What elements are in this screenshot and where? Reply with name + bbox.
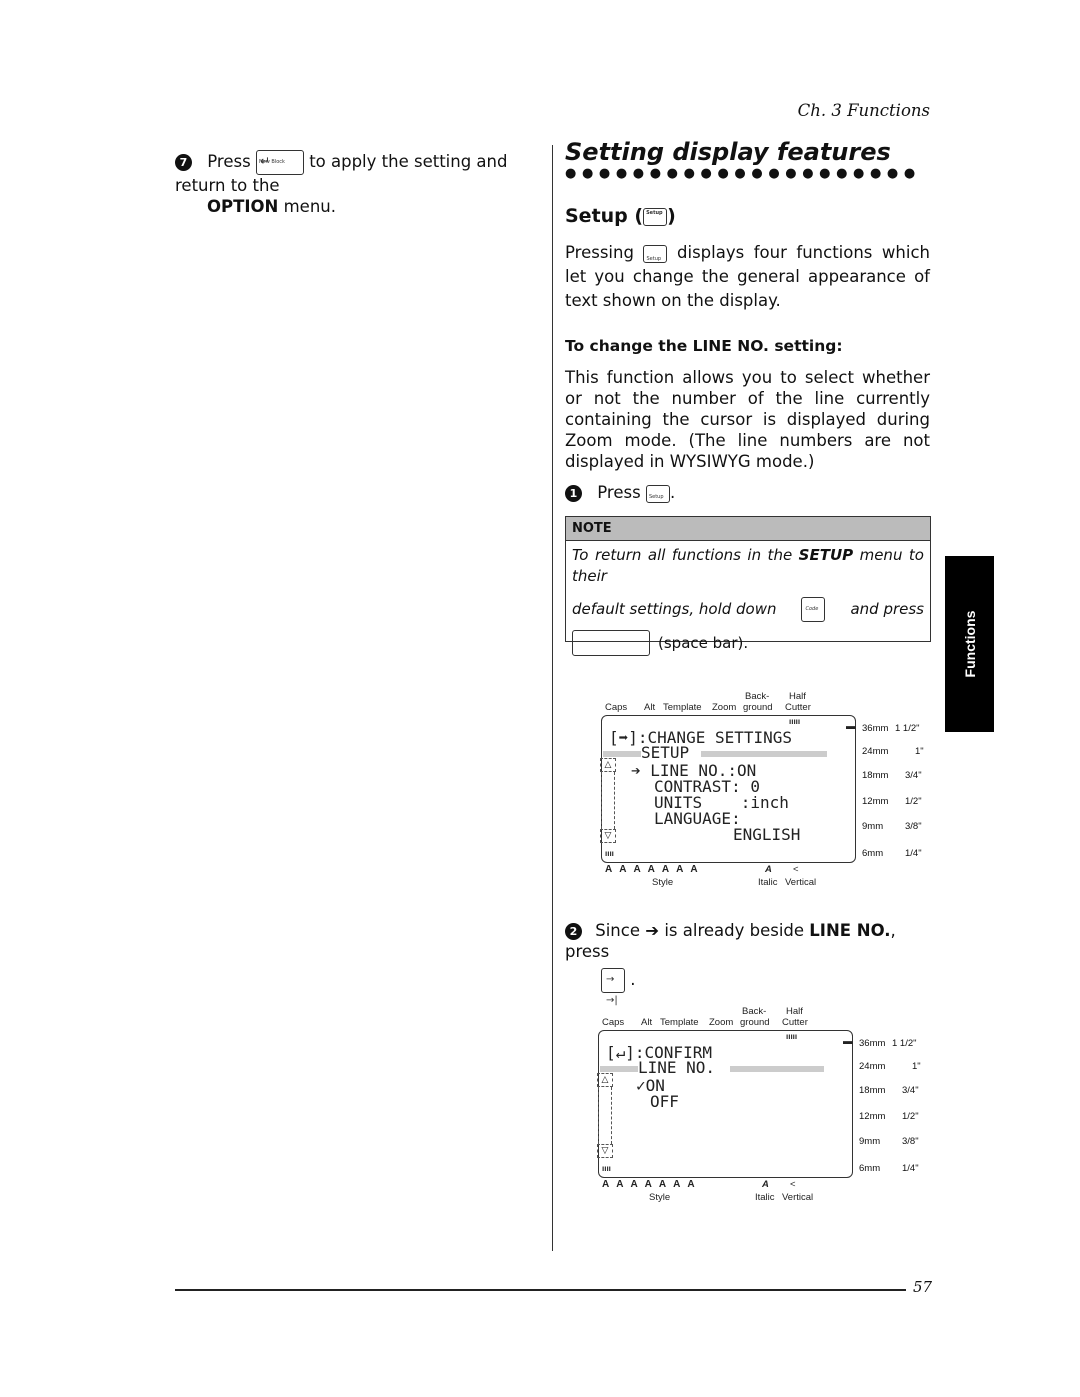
chapter-header: Ch. 3 Functions bbox=[797, 101, 930, 120]
step-number: 7 bbox=[175, 154, 192, 171]
step-text: Press bbox=[207, 152, 251, 171]
right-arrow-key-icon: → →| bbox=[601, 968, 625, 1006]
note-box: NOTE To return all functions in the SETU… bbox=[565, 516, 931, 656]
space-bar-key-icon bbox=[572, 630, 650, 656]
page-number: 57 bbox=[913, 1278, 933, 1296]
footer-rule bbox=[175, 1289, 906, 1291]
setup-key-icon: Setup bbox=[643, 244, 668, 263]
step-number: 1 bbox=[565, 485, 582, 502]
column-divider bbox=[552, 145, 553, 1251]
subheading: To change the LINE NO. setting: bbox=[565, 337, 843, 355]
code-key-icon: Code bbox=[801, 597, 826, 622]
side-tab-functions: Functions bbox=[945, 556, 994, 732]
section-title: Setting display features bbox=[565, 138, 891, 166]
option-menu-label: OPTION bbox=[207, 197, 279, 216]
step-2: 2 Since ➔ is already beside LINE NO., pr… bbox=[565, 921, 896, 1006]
setup-heading: Setup (Setup) bbox=[565, 205, 676, 227]
title-dots: ●●●●●●●●●●●●●●●●●●●●● bbox=[565, 166, 921, 181]
step-text: menu. bbox=[283, 197, 336, 216]
lcd-display-setup: Back- Half Caps Alt Template Zoom ground… bbox=[595, 685, 935, 895]
step-1: 1 Press Setup. bbox=[565, 482, 675, 503]
body-paragraph: This function allows you to select wheth… bbox=[565, 368, 930, 471]
step-number: 2 bbox=[565, 923, 582, 940]
lcd-display-confirm: Back- Half Caps Alt Template Zoom ground… bbox=[592, 1000, 932, 1210]
setup-key-icon: Setup bbox=[643, 207, 668, 226]
step-7: 7 Press ↵ New Block to apply the setting … bbox=[175, 150, 545, 217]
intro-paragraph: Pressing Setup displays four functions w… bbox=[565, 243, 930, 310]
setup-key-icon: Setup bbox=[645, 484, 670, 503]
note-title: NOTE bbox=[566, 517, 930, 541]
new-block-key-icon: ↵ New Block bbox=[255, 150, 304, 175]
